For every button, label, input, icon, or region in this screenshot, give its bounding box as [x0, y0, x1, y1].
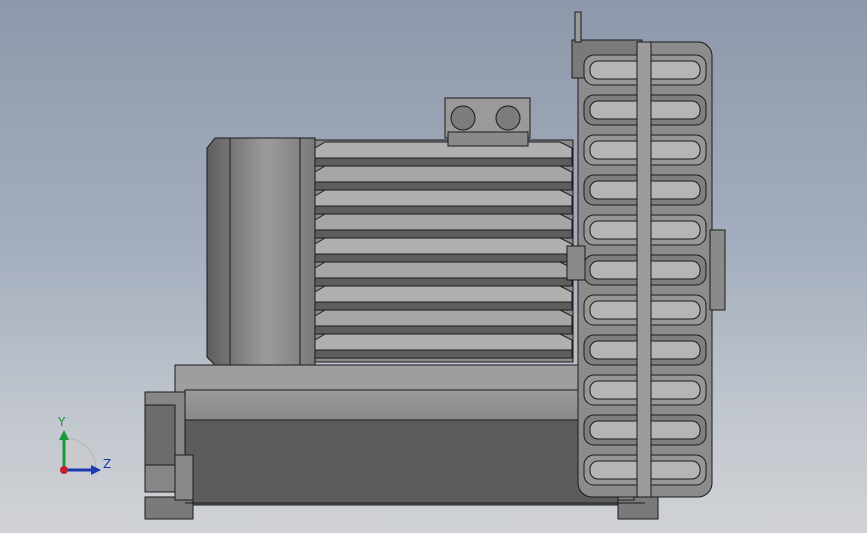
y-axis-arrowhead — [59, 430, 69, 440]
cad-viewport[interactable]: Y Z — [0, 0, 867, 533]
x-axis-dot — [60, 466, 68, 474]
z-axis-label: Z — [103, 457, 112, 471]
orientation-triad[interactable] — [0, 0, 867, 533]
y-axis-label: Y — [58, 415, 66, 429]
